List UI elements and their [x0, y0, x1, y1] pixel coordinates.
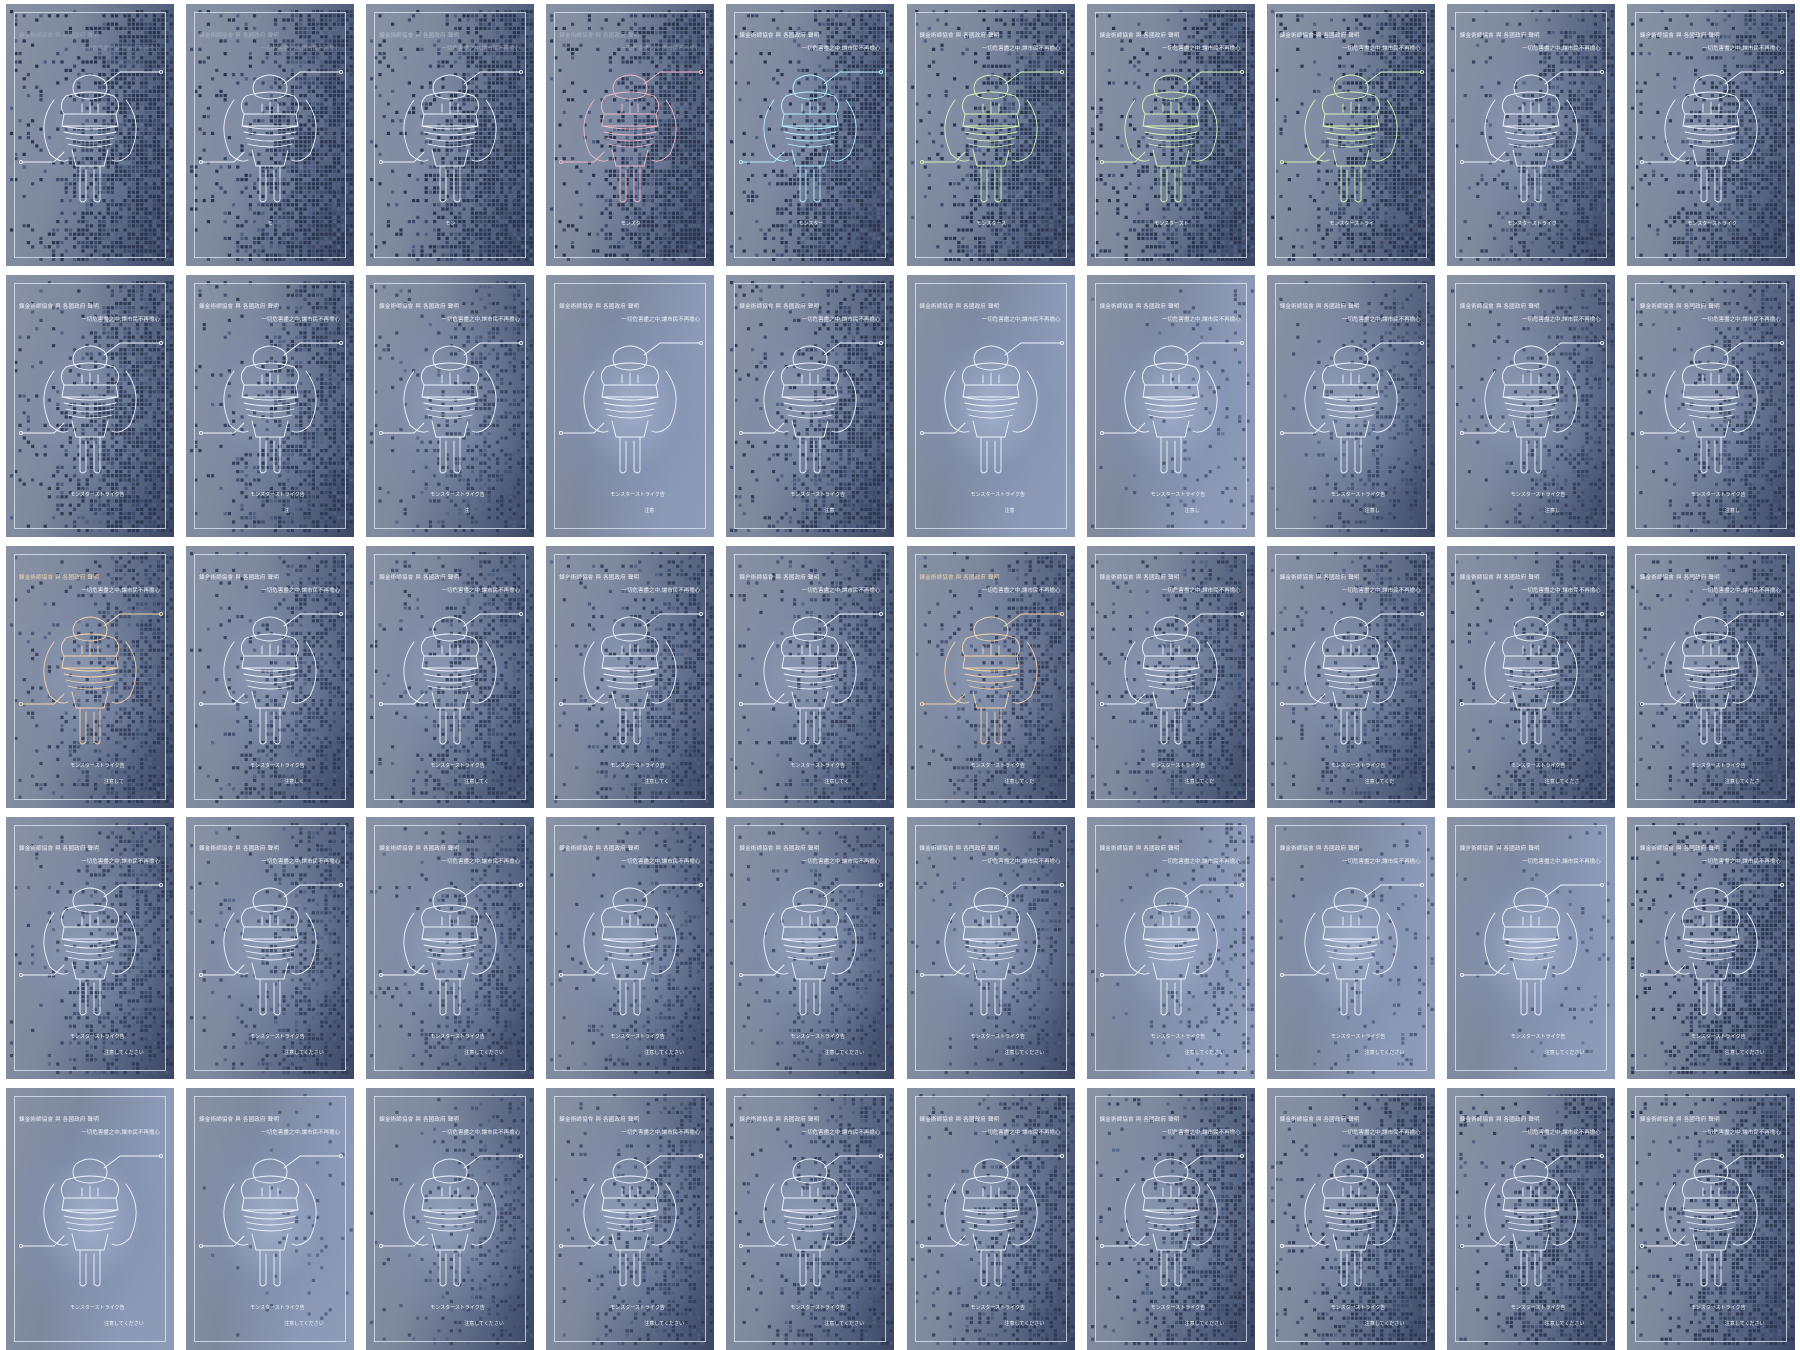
header-line-1: 鍊金術師協會 與 各國政府 聲明	[379, 31, 529, 39]
header-line-1: 鍊金術師協會 與 各國政府 聲明	[19, 31, 169, 39]
header-line-2: 一切危害盡之中,讓市民不再擔心	[441, 44, 520, 52]
animation-frame: 鍊金術師協會 與 各國政府 聲明一切危害盡之中,讓市民不再擔心モ	[186, 4, 355, 266]
caption-line-1: モ	[268, 220, 273, 227]
frame-grid: 鍊金術師協會 與 各國政府 聲明一切危害盡之中,讓市民不再擔心 鍊金術師協會 與…	[0, 0, 1800, 1350]
animation-frame: 鍊金術師協會 與 各國政府 聲明 一切危害盡之中,讓市民不再擔心 モンスター	[726, 4, 895, 266]
header-line-1: 鍊金術師協會 與 各國政府 聲明	[199, 31, 349, 39]
header-line-1: 鍊金術師協會 與 各國政府 聲明	[559, 31, 709, 39]
animation-frame: 鍊金術師協會 與 各國政府 聲明一切危害盡之中,讓市民不再擔心モン	[366, 4, 535, 266]
header-line-2: 一切危害盡之中,讓市民不再擔心	[81, 44, 160, 52]
animation-frame: 鍊金術師協會 與 各國政府 聲明一切危害盡之中,讓市民不再擔心	[6, 4, 174, 266]
header-line-2: 一切危害盡之中,讓市民不再擔心	[622, 44, 701, 52]
caption-line-1: モンスタ	[621, 220, 641, 227]
header-line-2: 一切危害盡之中,讓市民不再擔心	[261, 44, 340, 52]
caption-line-1: モン	[445, 220, 455, 227]
animation-frame: 鍊金術師協會 與 各國政府 聲明一切危害盡之中,讓市民不再擔心 モンスタ	[546, 4, 715, 266]
